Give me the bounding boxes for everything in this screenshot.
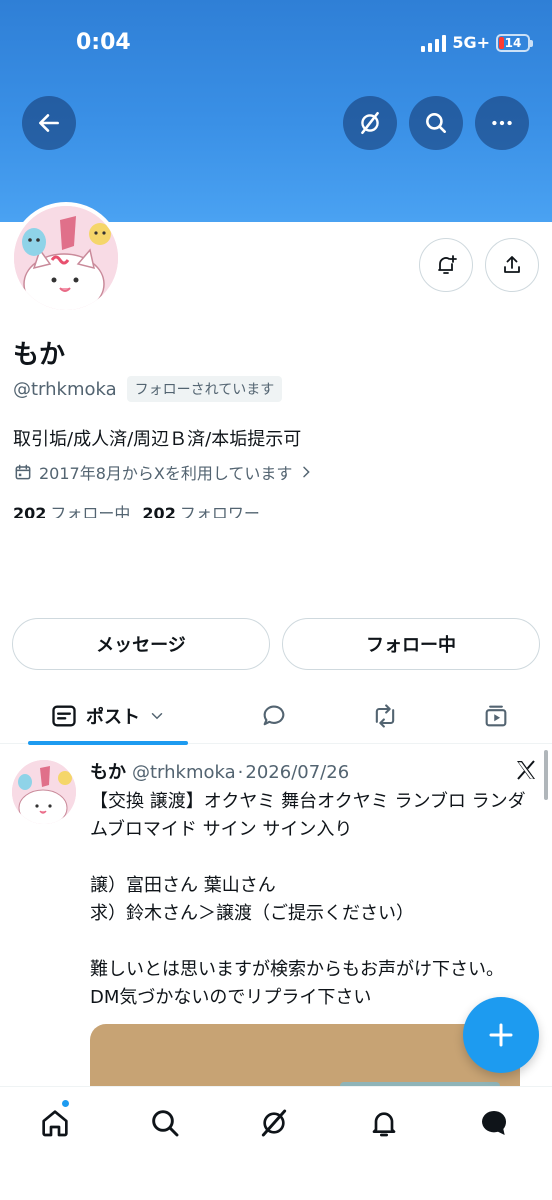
more-horizontal-icon [492,120,512,126]
message-button[interactable]: メッセージ [12,618,270,670]
compose-button[interactable] [463,997,539,1073]
grok-icon [261,1109,287,1137]
x-logo-icon [517,760,535,780]
tab-replies[interactable] [252,688,296,744]
plus-icon [489,1023,513,1047]
following-button[interactable]: フォロー中 [282,618,540,670]
joined-date-link[interactable]: 2017年8月からXを利用しています [13,460,314,484]
signal-icon [421,34,447,52]
search-button[interactable] [409,96,463,150]
tweet-header: もか @trhkmoka · 2026/07/26 [90,758,349,784]
following-label: フォロー中 [50,504,131,518]
bell-icon [372,1112,396,1137]
battery-icon: 14 [496,33,533,52]
nav-home[interactable] [35,1103,75,1143]
tweet-author-name[interactable]: もか [90,758,126,784]
tab-posts[interactable]: ポスト [28,688,188,745]
scrollbar[interactable] [544,750,548,800]
nav-notifications[interactable] [364,1103,404,1143]
profile-avatar[interactable] [10,202,122,314]
bottom-navigation [0,1086,552,1200]
battery-level: 14 [504,35,522,50]
bell-plus-icon [438,255,457,274]
followers-count: 202 [142,504,176,518]
tweet-avatar[interactable] [12,760,76,824]
reply-icon [263,705,285,726]
follow-counts: 202 フォロー中 202 フォロワー [13,500,260,518]
profile-display-name: もか [13,340,66,370]
tweet-date[interactable]: 2026/07/26 [245,762,349,783]
search-icon [152,1110,179,1137]
share-icon [504,256,520,273]
followers-label: フォロワー [179,504,260,518]
grok-icon [361,111,379,135]
tab-reposts[interactable] [363,688,407,744]
profile-tabs: ポスト [0,688,552,745]
nav-messages[interactable] [474,1103,514,1143]
media-icon [485,705,507,727]
joined-date-text: 2017年8月からXを利用しています [39,464,293,483]
handle-row: @trhkmoka フォローされています [13,376,283,402]
calendar-icon [15,464,31,480]
home-unread-dot [61,1099,70,1108]
following-count-link[interactable]: 202 フォロー中 [13,500,130,518]
grok-button[interactable] [343,96,397,150]
tab-posts-label: ポスト [86,707,140,728]
more-button[interactable] [475,96,529,150]
tweet-media-image[interactable] [90,1024,520,1086]
arrow-left-icon [39,114,59,132]
status-indicators: 5G+ 14 [421,33,533,52]
chevron-down-icon [151,713,163,720]
repost-icon [375,704,395,728]
share-button[interactable] [485,238,539,292]
chat-bubble-icon [482,1111,507,1135]
tweet-separator: · [237,762,244,783]
back-button[interactable] [22,96,76,150]
profile-handle: @trhkmoka [13,378,117,400]
tweet-text: 【交換 譲渡】オクヤミ 舞台オクヤミ ランブロ ランダムブロマイド サイン サイ… [90,791,526,1008]
chevron-right-icon [303,466,311,478]
posts-icon [52,705,76,727]
followers-count-link[interactable]: 202 フォロワー [142,500,259,518]
notifications-bell-button[interactable] [419,238,473,292]
nav-grok[interactable] [254,1103,294,1143]
avatar-illustration [12,760,76,824]
follows-you-badge: フォローされています [126,376,283,402]
following-count: 202 [13,504,47,518]
home-icon [42,1110,68,1137]
search-icon [426,113,446,133]
tab-media[interactable] [474,688,518,744]
profile-bio: 取引垢/成人済/周辺Ｂ済/本垢提示可 [13,429,302,450]
status-time: 0:04 [76,30,131,55]
avatar-illustration [14,206,118,310]
nav-search[interactable] [145,1103,185,1143]
tweet-author-handle[interactable]: @trhkmoka [132,762,236,783]
network-type: 5G+ [452,33,490,52]
